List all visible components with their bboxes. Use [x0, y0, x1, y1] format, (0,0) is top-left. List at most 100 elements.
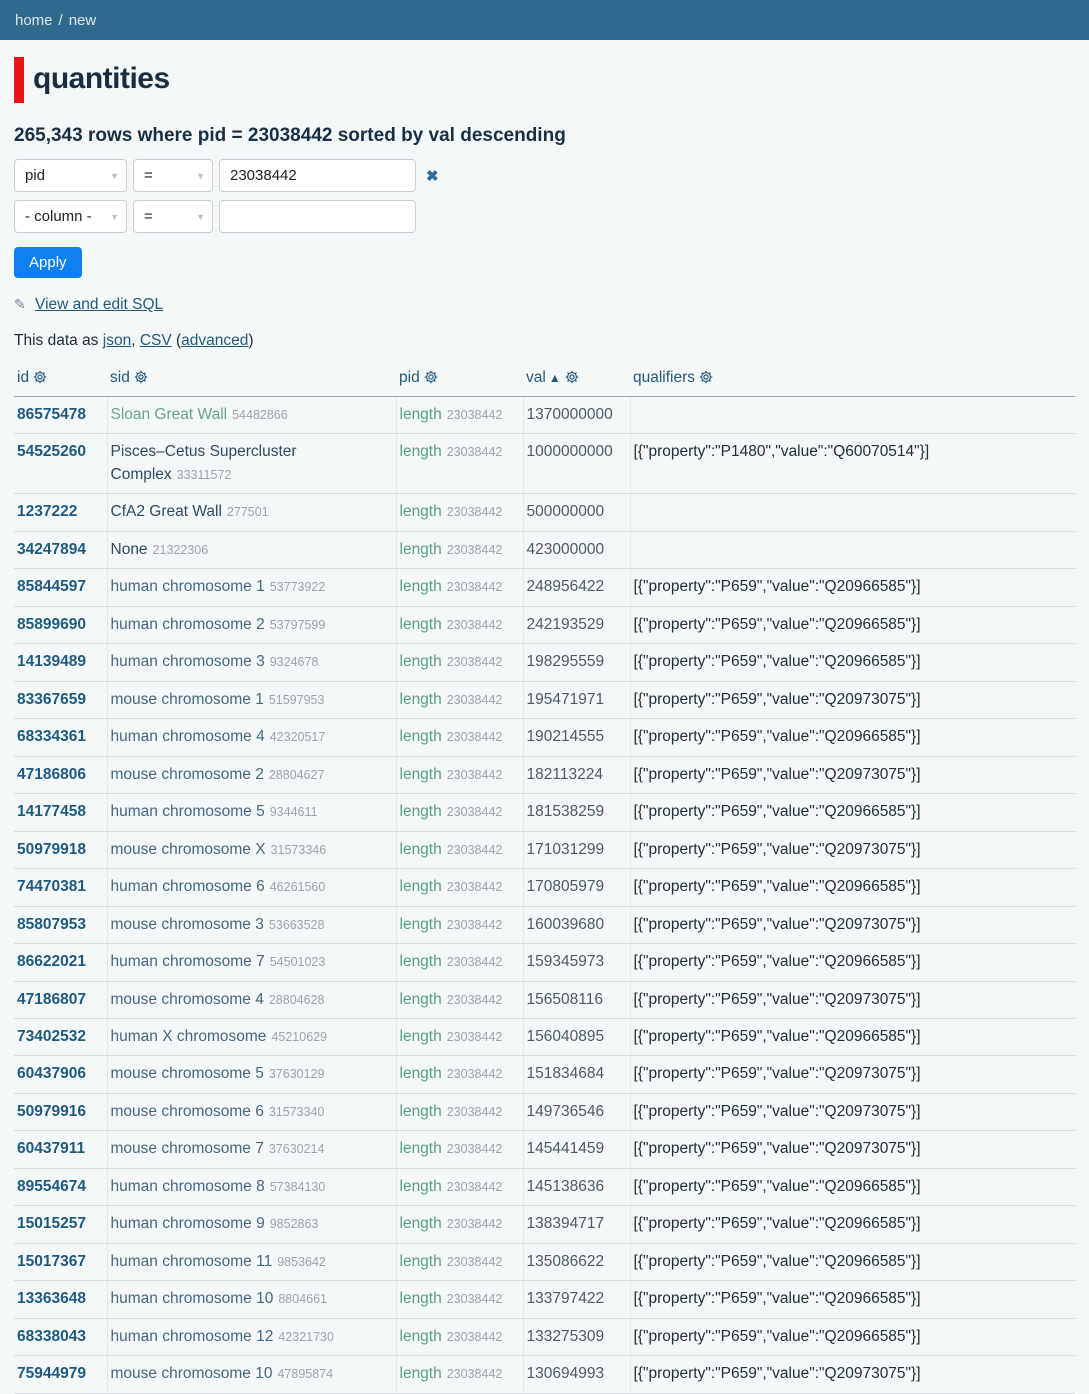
sid-entity-link[interactable]: Sloan Great Wall	[111, 406, 228, 423]
new-filter-column-select[interactable]: - column - ▼	[14, 200, 127, 233]
row-id-link[interactable]: 85807953	[17, 916, 86, 933]
sid-entity-link[interactable]: mouse chromosome 10	[111, 1365, 273, 1382]
row-id-link[interactable]: 60437911	[17, 1140, 85, 1157]
pid-property-link[interactable]: length	[400, 841, 442, 858]
row-id-link[interactable]: 15015257	[17, 1215, 86, 1232]
pid-property-link[interactable]: length	[400, 878, 442, 895]
sid-entity-link[interactable]: human X chromosome	[111, 1028, 267, 1045]
row-id-link[interactable]: 85899690	[17, 616, 86, 633]
row-id-link[interactable]: 14177458	[17, 803, 86, 820]
sid-entity-link[interactable]: mouse chromosome 5	[111, 1065, 264, 1082]
pid-property-link[interactable]: length	[400, 1328, 442, 1345]
row-id-link[interactable]: 54525260	[17, 443, 86, 460]
row-id-link[interactable]: 13363648	[17, 1290, 86, 1307]
sid-entity-link[interactable]: human chromosome 11	[111, 1253, 273, 1270]
filter-column-select[interactable]: pid ▼	[14, 159, 127, 192]
sid-entity-link[interactable]: human chromosome 3	[111, 653, 265, 670]
column-header-qualifiers-link[interactable]: qualifiers	[633, 369, 695, 386]
pid-property-link[interactable]: length	[400, 406, 442, 423]
sid-entity-link[interactable]: mouse chromosome 7	[111, 1140, 264, 1157]
pid-property-link[interactable]: length	[400, 578, 442, 595]
column-cog-icon[interactable]	[33, 371, 47, 388]
pid-property-link[interactable]: length	[400, 1215, 442, 1232]
export-json-link[interactable]: json	[103, 332, 131, 349]
column-header-sid-link[interactable]: sid	[110, 369, 130, 386]
breadcrumb-home-link[interactable]: home	[15, 12, 53, 29]
sid-entity-link[interactable]: human chromosome 5	[111, 803, 265, 820]
column-cog-icon[interactable]	[565, 371, 579, 388]
row-id-link[interactable]: 34247894	[17, 541, 86, 558]
pid-property-link[interactable]: length	[400, 1065, 442, 1082]
pid-property-link[interactable]: length	[400, 1253, 442, 1270]
row-id-link[interactable]: 68334361	[17, 728, 86, 745]
pid-property-link[interactable]: length	[400, 953, 442, 970]
column-header-val-link[interactable]: val	[526, 369, 546, 386]
filter-operator-select[interactable]: = ▼	[133, 159, 213, 192]
pid-property-link[interactable]: length	[400, 1140, 442, 1157]
sid-entity-link[interactable]: mouse chromosome X	[111, 841, 266, 858]
row-id-link[interactable]: 75944979	[17, 1365, 86, 1382]
pid-property-link[interactable]: length	[400, 1103, 442, 1120]
column-cog-icon[interactable]	[699, 371, 713, 388]
row-id-link[interactable]: 47186807	[17, 991, 86, 1008]
sid-entity-link[interactable]: human chromosome 12	[111, 1328, 274, 1345]
pid-property-link[interactable]: length	[400, 728, 442, 745]
export-advanced-link[interactable]: advanced	[181, 332, 248, 349]
pid-property-link[interactable]: length	[400, 1028, 442, 1045]
row-id-link[interactable]: 47186806	[17, 766, 86, 783]
pid-property-link[interactable]: length	[400, 991, 442, 1008]
row-id-link[interactable]: 89554674	[17, 1178, 86, 1195]
row-id-link[interactable]: 60437906	[17, 1065, 86, 1082]
column-header-pid-link[interactable]: pid	[399, 369, 420, 386]
pid-property-link[interactable]: length	[400, 766, 442, 783]
row-id-link[interactable]: 15017367	[17, 1253, 86, 1270]
sid-entity-link[interactable]: mouse chromosome 2	[111, 766, 264, 783]
row-id-link[interactable]: 50979916	[17, 1103, 86, 1120]
row-id-link[interactable]: 74470381	[17, 878, 86, 895]
row-id-link[interactable]: 86575478	[17, 406, 86, 423]
view-edit-sql-link[interactable]: View and edit SQL	[35, 296, 163, 313]
pid-property-link[interactable]: length	[400, 1178, 442, 1195]
row-id-link[interactable]: 14139489	[17, 653, 86, 670]
breadcrumb-current-link[interactable]: new	[69, 12, 97, 29]
row-id-link[interactable]: 50979918	[17, 841, 86, 858]
row-id-link[interactable]: 1237222	[17, 503, 77, 520]
sid-entity-link[interactable]: human chromosome 1	[111, 578, 265, 595]
sid-entity-link[interactable]: human chromosome 10	[111, 1290, 274, 1307]
sid-entity-link[interactable]: mouse chromosome 3	[111, 916, 264, 933]
pid-property-link[interactable]: length	[400, 443, 442, 460]
pid-property-link[interactable]: length	[400, 1290, 442, 1307]
row-id-link[interactable]: 73402532	[17, 1028, 86, 1045]
pid-property-link[interactable]: length	[400, 616, 442, 633]
new-filter-value-input[interactable]	[219, 200, 416, 233]
sid-entity-link[interactable]: human chromosome 8	[111, 1178, 265, 1195]
sid-entity-link[interactable]: mouse chromosome 1	[111, 691, 264, 708]
row-id-link[interactable]: 86622021	[17, 953, 86, 970]
export-csv-link[interactable]: CSV	[140, 332, 172, 349]
pid-property-link[interactable]: length	[400, 691, 442, 708]
row-id-link[interactable]: 83367659	[17, 691, 86, 708]
sid-entity-link[interactable]: None	[111, 541, 148, 558]
pid-property-link[interactable]: length	[400, 916, 442, 933]
pid-property-link[interactable]: length	[400, 503, 442, 520]
row-id-link[interactable]: 68338043	[17, 1328, 86, 1345]
sid-entity-link[interactable]: human chromosome 7	[111, 953, 265, 970]
column-cog-icon[interactable]	[134, 371, 148, 388]
pid-property-link[interactable]: length	[400, 653, 442, 670]
column-cog-icon[interactable]	[424, 371, 438, 388]
sid-entity-link[interactable]: mouse chromosome 4	[111, 991, 264, 1008]
sid-entity-link[interactable]: human chromosome 9	[111, 1215, 265, 1232]
column-header-id-link[interactable]: id	[17, 369, 29, 386]
filter-value-input[interactable]	[219, 159, 416, 192]
sid-entity-link[interactable]: human chromosome 6	[111, 878, 265, 895]
new-filter-operator-select[interactable]: = ▼	[133, 200, 213, 233]
sid-entity-link[interactable]: mouse chromosome 6	[111, 1103, 264, 1120]
pid-property-link[interactable]: length	[400, 1365, 442, 1382]
pid-property-link[interactable]: length	[400, 541, 442, 558]
row-id-link[interactable]: 85844597	[17, 578, 86, 595]
apply-button[interactable]: Apply	[14, 247, 82, 278]
remove-filter-button[interactable]: ✖	[426, 167, 439, 185]
sid-entity-link[interactable]: human chromosome 2	[111, 616, 265, 633]
sid-entity-link[interactable]: CfA2 Great Wall	[111, 503, 222, 520]
pid-property-link[interactable]: length	[400, 803, 442, 820]
